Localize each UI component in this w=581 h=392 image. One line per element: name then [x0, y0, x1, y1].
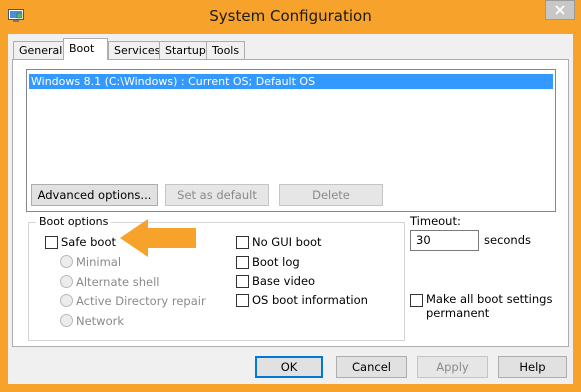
boot-log-checkbox[interactable] [236, 256, 249, 269]
system-configuration-window: System Configuration General Boot Servic… [0, 0, 581, 392]
cancel-button[interactable]: Cancel [336, 356, 407, 378]
timeout-label: Timeout: [410, 214, 461, 228]
annotation-arrow-icon [120, 219, 196, 257]
help-button[interactable]: Help [498, 356, 567, 378]
make-permanent-label-line1[interactable]: Make all boot settings [426, 292, 552, 306]
timeout-input[interactable]: 30 [410, 230, 479, 251]
no-gui-boot-label[interactable]: No GUI boot [252, 235, 322, 249]
dialog-client-area: General Boot Services Startup Tools Wind… [8, 34, 573, 384]
base-video-label[interactable]: Base video [252, 274, 315, 288]
advanced-options-button[interactable]: Advanced options... [31, 184, 158, 206]
safe-boot-ad-repair-label[interactable]: Active Directory repair [76, 294, 206, 308]
safe-boot-label[interactable]: Safe boot [61, 235, 116, 249]
make-permanent-label-line2[interactable]: permanent [426, 306, 489, 320]
boot-log-label[interactable]: Boot log [252, 255, 300, 269]
ok-button[interactable]: OK [255, 356, 323, 378]
boot-options-label: Boot options [36, 215, 112, 228]
os-list-item[interactable]: Windows 8.1 (C:\Windows) : Current OS; D… [29, 74, 553, 89]
set-as-default-button[interactable]: Set as default [165, 184, 269, 206]
tab-tools[interactable]: Tools [206, 41, 246, 59]
base-video-checkbox[interactable] [236, 275, 249, 288]
safe-boot-ad-repair-radio[interactable] [60, 294, 73, 307]
safe-boot-checkbox[interactable] [45, 236, 58, 249]
close-button[interactable] [545, 0, 575, 20]
tab-general[interactable]: General [13, 41, 69, 59]
make-permanent-checkbox[interactable] [410, 294, 423, 307]
safe-boot-network-label[interactable]: Network [76, 314, 124, 328]
tab-boot[interactable]: Boot [63, 38, 108, 60]
delete-button[interactable]: Delete [279, 184, 383, 206]
no-gui-boot-checkbox[interactable] [236, 236, 249, 249]
os-boot-information-checkbox[interactable] [236, 294, 249, 307]
title-bar[interactable]: System Configuration [0, 0, 581, 34]
tab-startup[interactable]: Startup [159, 41, 212, 59]
apply-button[interactable]: Apply [417, 356, 488, 378]
safe-boot-alternate-shell-radio[interactable] [60, 275, 73, 288]
tab-services[interactable]: Services [108, 41, 167, 59]
window-title: System Configuration [209, 7, 372, 25]
safe-boot-minimal-label[interactable]: Minimal [76, 255, 121, 269]
safe-boot-minimal-radio[interactable] [60, 255, 73, 268]
os-boot-information-label[interactable]: OS boot information [252, 293, 368, 307]
safe-boot-network-radio[interactable] [60, 314, 73, 327]
safe-boot-alternate-shell-label[interactable]: Alternate shell [76, 275, 160, 289]
timeout-unit-label: seconds [484, 233, 532, 247]
close-icon [555, 5, 565, 15]
